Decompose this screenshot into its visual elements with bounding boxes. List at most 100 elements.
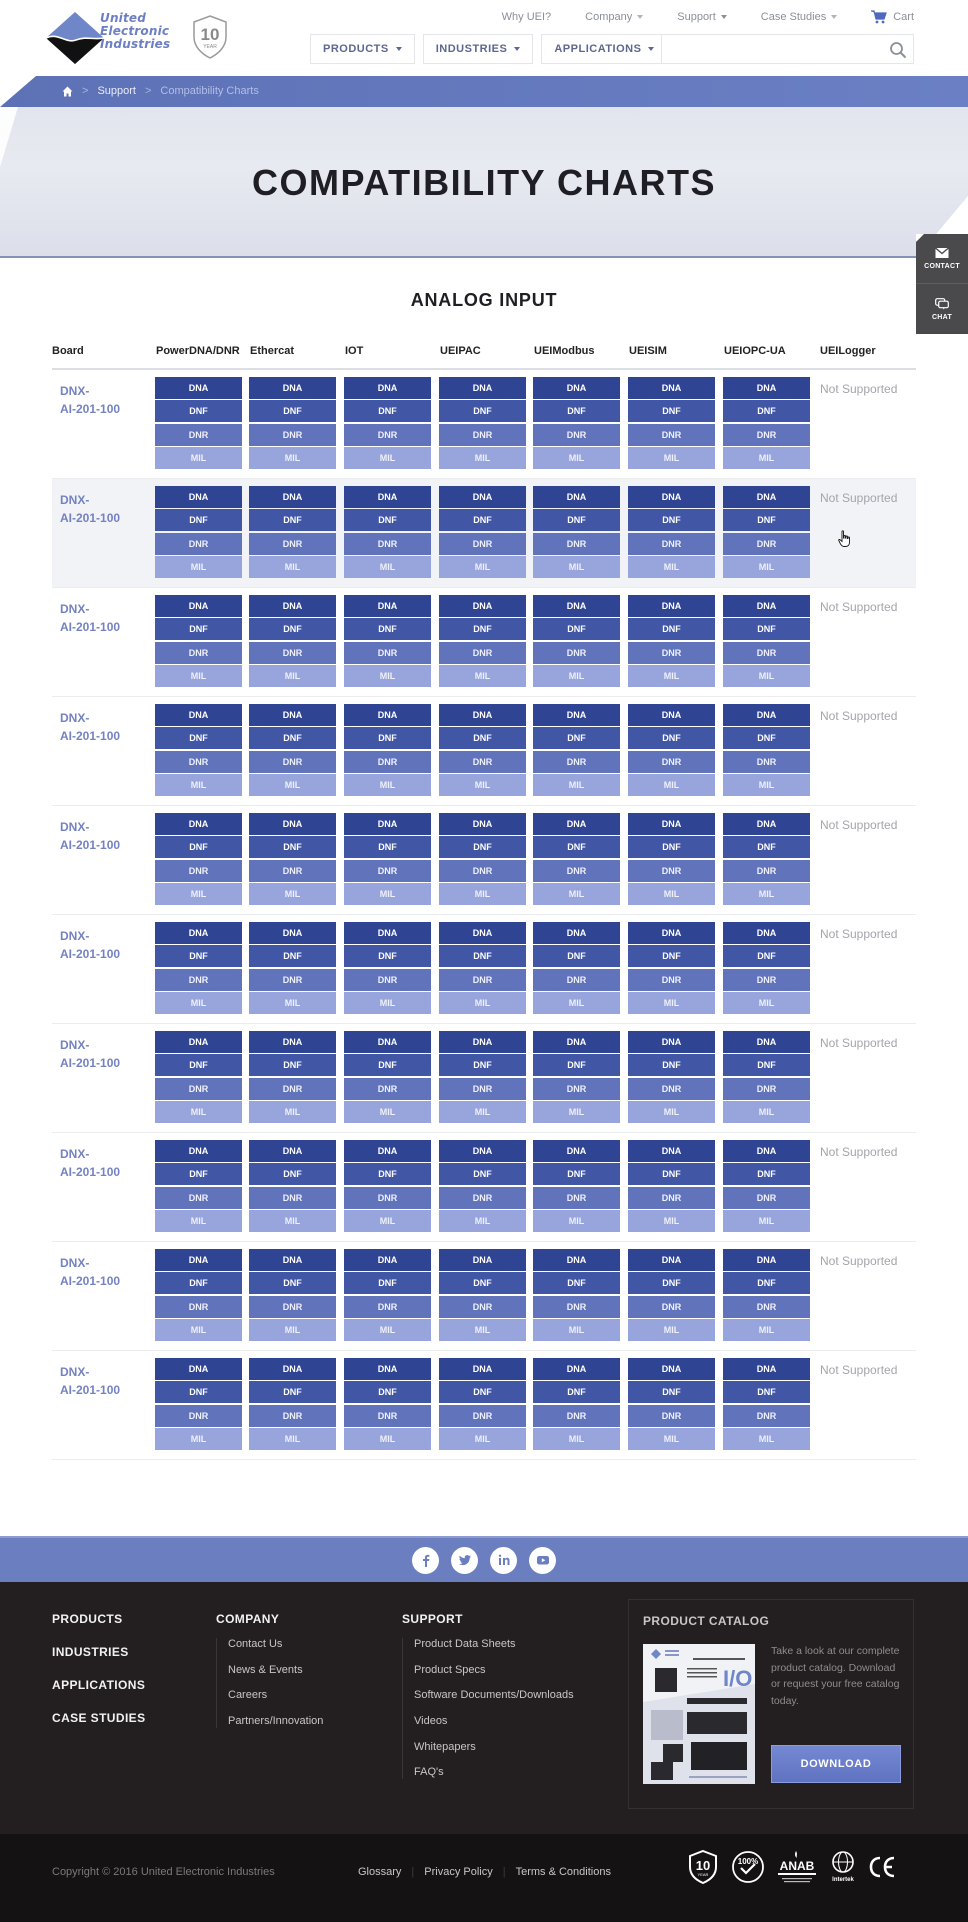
compat-chip-dnf[interactable]: DNF (628, 509, 715, 532)
compat-chip-dnr[interactable]: DNR (249, 1295, 336, 1318)
compat-chip-dnf[interactable]: DNF (249, 400, 336, 423)
compat-chip-dna[interactable]: DNA (249, 1358, 336, 1380)
compat-chip-mil[interactable]: MIL (155, 773, 242, 796)
breadcrumb-support[interactable]: Support (97, 85, 136, 97)
compat-chip-dnf[interactable]: DNF (249, 727, 336, 750)
compat-chip-dnr[interactable]: DNR (533, 859, 620, 882)
compat-chip-dnr[interactable]: DNR (533, 1404, 620, 1427)
uei-logo-icon[interactable] (44, 10, 106, 66)
compat-chip-dnf[interactable]: DNF (344, 1272, 431, 1295)
compat-chip-dnr[interactable]: DNR (249, 532, 336, 555)
compat-chip-dnr[interactable]: DNR (344, 968, 431, 991)
compat-chip-dnf[interactable]: DNF (344, 1381, 431, 1404)
compat-chip-mil[interactable]: MIL (249, 555, 336, 578)
compat-chip-dnr[interactable]: DNR (344, 532, 431, 555)
compat-chip-mil[interactable]: MIL (723, 1209, 810, 1232)
footer-link-industries[interactable]: INDUSTRIES (52, 1645, 145, 1659)
compat-chip-mil[interactable]: MIL (533, 555, 620, 578)
compat-chip-mil[interactable]: MIL (533, 664, 620, 687)
compat-chip-dnr[interactable]: DNR (628, 859, 715, 882)
compat-chip-dnr[interactable]: DNR (628, 1404, 715, 1427)
compat-chip-dnf[interactable]: DNF (439, 618, 526, 641)
compat-chip-dna[interactable]: DNA (439, 1249, 526, 1271)
compat-chip-mil[interactable]: MIL (533, 446, 620, 469)
compat-chip-dnf[interactable]: DNF (344, 1163, 431, 1186)
compat-chip-dnf[interactable]: DNF (249, 836, 336, 859)
compat-chip-dnf[interactable]: DNF (723, 618, 810, 641)
compat-chip-dnr[interactable]: DNR (533, 1295, 620, 1318)
compat-chip-mil[interactable]: MIL (533, 1100, 620, 1123)
compat-chip-mil[interactable]: MIL (439, 555, 526, 578)
compat-chip-dnr[interactable]: DNR (723, 641, 810, 664)
compat-chip-mil[interactable]: MIL (344, 1427, 431, 1450)
compat-chip-dnr[interactable]: DNR (344, 1186, 431, 1209)
compat-chip-dna[interactable]: DNA (155, 1031, 242, 1053)
compat-chip-mil[interactable]: MIL (439, 1427, 526, 1450)
compat-chip-mil[interactable]: MIL (723, 664, 810, 687)
compat-chip-dnr[interactable]: DNR (533, 750, 620, 773)
compat-chip-dnr[interactable]: DNR (439, 641, 526, 664)
compat-chip-dnr[interactable]: DNR (249, 1077, 336, 1100)
compat-chip-dna[interactable]: DNA (723, 813, 810, 835)
cart-link[interactable]: Cart (871, 10, 914, 24)
compat-chip-dna[interactable]: DNA (723, 704, 810, 726)
compat-chip-mil[interactable]: MIL (533, 773, 620, 796)
compat-chip-dna[interactable]: DNA (439, 595, 526, 617)
compat-chip-dnr[interactable]: DNR (155, 532, 242, 555)
compat-chip-dnr[interactable]: DNR (533, 968, 620, 991)
compat-chip-dnf[interactable]: DNF (344, 618, 431, 641)
footer-link-product-specs[interactable]: Product Specs (414, 1664, 574, 1677)
footer-link-whitepapers[interactable]: Whitepapers (414, 1741, 574, 1754)
compat-chip-dnr[interactable]: DNR (723, 968, 810, 991)
compat-chip-dnr[interactable]: DNR (723, 423, 810, 446)
compat-chip-mil[interactable]: MIL (628, 991, 715, 1014)
compat-chip-dnr[interactable]: DNR (249, 641, 336, 664)
compat-chip-dnf[interactable]: DNF (439, 836, 526, 859)
compat-chip-mil[interactable]: MIL (344, 1209, 431, 1232)
compat-chip-mil[interactable]: MIL (533, 1318, 620, 1341)
compat-chip-dnf[interactable]: DNF (723, 945, 810, 968)
compat-chip-dnf[interactable]: DNF (344, 945, 431, 968)
nav-industries-dropdown[interactable]: INDUSTRIES (422, 34, 534, 64)
terms-conditions-link[interactable]: Terms & Conditions (516, 1866, 611, 1878)
compat-chip-mil[interactable]: MIL (439, 446, 526, 469)
compat-chip-mil[interactable]: MIL (533, 991, 620, 1014)
compat-chip-dna[interactable]: DNA (628, 1031, 715, 1053)
compat-chip-dna[interactable]: DNA (533, 486, 620, 508)
compat-chip-mil[interactable]: MIL (155, 882, 242, 905)
compat-chip-dna[interactable]: DNA (723, 377, 810, 399)
compat-chip-dna[interactable]: DNA (723, 1140, 810, 1162)
compat-chip-dna[interactable]: DNA (155, 1140, 242, 1162)
compat-chip-dnf[interactable]: DNF (723, 1054, 810, 1077)
compat-chip-dnr[interactable]: DNR (344, 1404, 431, 1427)
compat-chip-dna[interactable]: DNA (344, 704, 431, 726)
board-link[interactable]: DNX- AI-201-100 (60, 1145, 130, 1181)
compat-chip-dnf[interactable]: DNF (155, 618, 242, 641)
compat-chip-mil[interactable]: MIL (344, 446, 431, 469)
compat-chip-dnf[interactable]: DNF (344, 1054, 431, 1077)
compat-chip-dnf[interactable]: DNF (439, 1272, 526, 1295)
compat-chip-dna[interactable]: DNA (533, 595, 620, 617)
compat-chip-dna[interactable]: DNA (533, 1249, 620, 1271)
compat-chip-mil[interactable]: MIL (249, 1100, 336, 1123)
compat-chip-dnr[interactable]: DNR (439, 1077, 526, 1100)
compat-chip-dna[interactable]: DNA (249, 1140, 336, 1162)
compat-chip-dnf[interactable]: DNF (155, 509, 242, 532)
compat-chip-dnr[interactable]: DNR (723, 750, 810, 773)
compat-chip-dnf[interactable]: DNF (439, 1163, 526, 1186)
compat-chip-dna[interactable]: DNA (155, 486, 242, 508)
compat-chip-dna[interactable]: DNA (628, 1358, 715, 1380)
compat-chip-mil[interactable]: MIL (723, 446, 810, 469)
compat-chip-dna[interactable]: DNA (344, 813, 431, 835)
compat-chip-dna[interactable]: DNA (628, 922, 715, 944)
compat-chip-dna[interactable]: DNA (155, 922, 242, 944)
compat-chip-mil[interactable]: MIL (439, 882, 526, 905)
compat-chip-dnr[interactable]: DNR (628, 423, 715, 446)
compat-chip-dnf[interactable]: DNF (533, 509, 620, 532)
compat-chip-mil[interactable]: MIL (439, 991, 526, 1014)
compat-chip-dna[interactable]: DNA (533, 704, 620, 726)
compat-chip-dnf[interactable]: DNF (533, 727, 620, 750)
compat-chip-dna[interactable]: DNA (723, 1031, 810, 1053)
twitter-link[interactable] (451, 1546, 478, 1574)
compat-chip-dna[interactable]: DNA (344, 922, 431, 944)
